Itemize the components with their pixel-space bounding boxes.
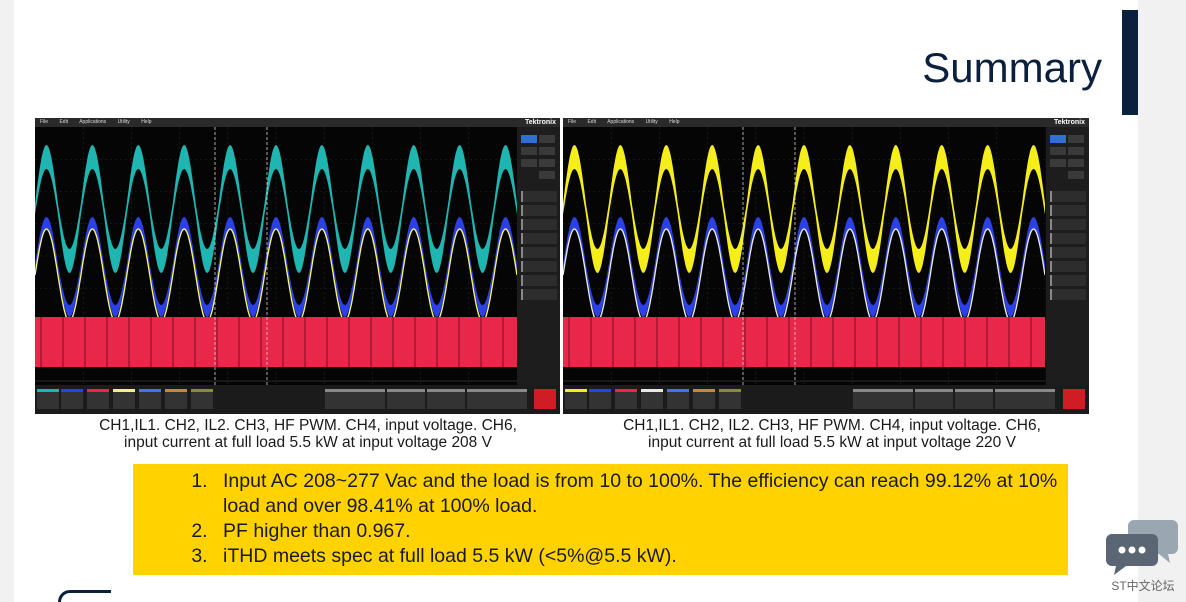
scope-menubar: File Edit Applications Utility Help <box>563 118 1089 127</box>
plot-button[interactable] <box>539 159 555 167</box>
measurement-badge[interactable] <box>521 261 557 272</box>
math-badge[interactable] <box>165 389 187 409</box>
measurement-badge[interactable] <box>521 275 557 286</box>
stop-button[interactable] <box>1063 389 1085 409</box>
menu-applications[interactable]: Applications <box>79 119 106 125</box>
measurement-badge[interactable] <box>1050 205 1086 216</box>
callout-button[interactable] <box>539 135 555 143</box>
menu-edit[interactable]: Edit <box>587 119 596 125</box>
acquisition-settings[interactable] <box>915 389 953 409</box>
measurement-badge[interactable] <box>521 191 557 202</box>
title-accent-bar <box>1122 10 1138 115</box>
menu-utility[interactable]: Utility <box>646 119 658 125</box>
oscilloscope-screenshot-right: File Edit Applications Utility Help Tekt… <box>563 118 1089 414</box>
waveform-plot <box>563 127 1045 385</box>
channel-1-badge[interactable] <box>565 389 587 409</box>
menu-edit[interactable]: Edit <box>59 119 68 125</box>
logo-corner-mark <box>58 590 111 602</box>
channel-3-badge[interactable] <box>87 389 109 409</box>
menu-help[interactable]: Help <box>669 119 679 125</box>
measurement-badge[interactable] <box>521 219 557 230</box>
measurement-badge[interactable] <box>1050 261 1086 272</box>
waveform-plot <box>35 127 517 385</box>
scope-brand-logo: Tektronix <box>525 119 556 126</box>
channel-2-badge[interactable] <box>589 389 611 409</box>
menu-file[interactable]: File <box>568 119 576 125</box>
math-badge[interactable] <box>693 389 715 409</box>
results-table-button[interactable] <box>521 159 537 167</box>
results-table-button[interactable] <box>1050 159 1066 167</box>
acquisition-settings[interactable] <box>387 389 425 409</box>
measurement-badge[interactable] <box>1050 191 1086 202</box>
measurement-badge[interactable] <box>521 233 557 244</box>
measurement-badge[interactable] <box>1050 233 1086 244</box>
measurement-badge[interactable] <box>521 289 557 300</box>
caption-left: CH1,IL1. CH2, IL2. CH3, HF PWM. CH4, inp… <box>28 417 588 451</box>
stop-button[interactable] <box>534 389 556 409</box>
scope-menubar: File Edit Applications Utility Help <box>35 118 560 127</box>
chat-bubbles-icon[interactable] <box>1106 518 1180 576</box>
scope-brand-logo: Tektronix <box>1054 119 1085 126</box>
caption-line: input current at full load 5.5 kW at inp… <box>124 434 492 451</box>
summary-item: PF higher than 0.967. <box>213 519 1068 544</box>
cursors-button[interactable] <box>1050 135 1066 143</box>
channel-4-badge[interactable] <box>641 389 663 409</box>
search-button[interactable] <box>1068 147 1084 155</box>
trigger-settings[interactable] <box>955 389 993 409</box>
cursors-button[interactable] <box>521 135 537 143</box>
measurement-badge[interactable] <box>1050 247 1086 258</box>
status-readout <box>995 389 1055 409</box>
channel-2-badge[interactable] <box>61 389 83 409</box>
channel-6-badge[interactable] <box>667 389 689 409</box>
caption-line: CH1,IL1. CH2, IL2. CH3, HF PWM. CH4, inp… <box>99 417 517 434</box>
scope-channel-bar <box>563 385 1089 414</box>
summary-item: iTHD meets spec at full load 5.5 kW (<5%… <box>213 544 1068 569</box>
measure-button[interactable] <box>521 147 537 155</box>
summary-item: Input AC 208~277 Vac and the load is fro… <box>213 469 1068 519</box>
trigger-settings[interactable] <box>427 389 465 409</box>
plot-button[interactable] <box>1068 159 1084 167</box>
caption-line: input current at full load 5.5 kW at inp… <box>648 434 1016 451</box>
channel-4-badge[interactable] <box>113 389 135 409</box>
horizontal-settings[interactable] <box>853 389 913 409</box>
summary-list: Input AC 208~277 Vac and the load is fro… <box>133 464 1068 569</box>
scope-sidebar <box>1046 127 1089 385</box>
more-button[interactable] <box>539 171 555 179</box>
more-button[interactable] <box>1068 171 1084 179</box>
callout-button[interactable] <box>1068 135 1084 143</box>
measurement-badge[interactable] <box>521 247 557 258</box>
scope-sidebar <box>517 127 560 385</box>
menu-file[interactable]: File <box>40 119 48 125</box>
horizontal-settings[interactable] <box>325 389 385 409</box>
measurement-badge[interactable] <box>1050 275 1086 286</box>
menu-utility[interactable]: Utility <box>118 119 130 125</box>
search-button[interactable] <box>539 147 555 155</box>
slide-title: Summary <box>922 44 1102 91</box>
oscilloscope-screenshot-left: File Edit Applications Utility Help Tekt… <box>35 118 560 414</box>
ref-badge[interactable] <box>719 389 741 409</box>
summary-box: Input AC 208~277 Vac and the load is fro… <box>133 464 1068 575</box>
channel-6-badge[interactable] <box>139 389 161 409</box>
slide: Summary File Edit Applications Utility H… <box>14 0 1138 602</box>
status-readout <box>467 389 527 409</box>
measurement-badge[interactable] <box>521 205 557 216</box>
channel-1-badge[interactable] <box>37 389 59 409</box>
measure-button[interactable] <box>1050 147 1066 155</box>
menu-help[interactable]: Help <box>141 119 151 125</box>
ref-badge[interactable] <box>191 389 213 409</box>
measurement-badge[interactable] <box>1050 219 1086 230</box>
scope-channel-bar <box>35 385 560 414</box>
chat-label: ST中文论坛 <box>1111 579 1175 593</box>
caption-right: CH1,IL1. CH2, IL2. CH3, HF PWM. CH4, inp… <box>552 417 1112 451</box>
menu-applications[interactable]: Applications <box>607 119 634 125</box>
measurement-badge[interactable] <box>1050 289 1086 300</box>
caption-line: CH1,IL1. CH2, IL2. CH3, HF PWM. CH4, inp… <box>623 417 1041 434</box>
channel-3-badge[interactable] <box>615 389 637 409</box>
chat-widget[interactable]: ST中文论坛 <box>1106 518 1180 600</box>
